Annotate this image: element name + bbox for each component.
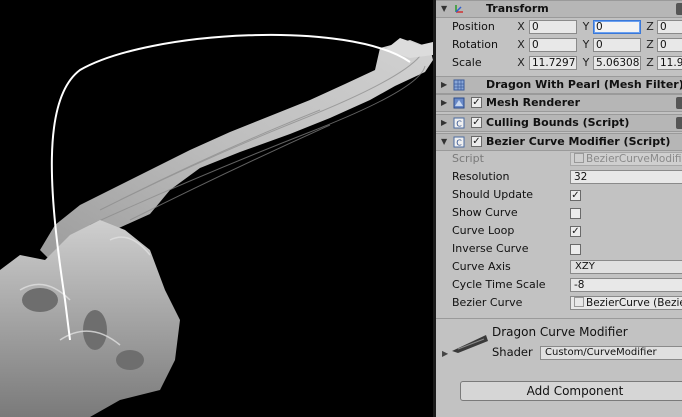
component-settings-icon[interactable] <box>676 3 682 15</box>
transform-header[interactable]: ▼ Transform <box>436 0 682 18</box>
axis-z-label: Z <box>646 20 654 33</box>
inverse-curve-checkbox[interactable] <box>570 244 581 255</box>
scene-view[interactable] <box>0 0 433 417</box>
axis-x-label: X <box>517 38 525 51</box>
axis-z-label: Z <box>646 56 654 69</box>
bezier-curve-row: Bezier Curve BezierCurve (Bezier <box>436 294 682 312</box>
mesh-filter-header[interactable]: ▶ Dragon With Pearl (Mesh Filter) <box>436 76 682 94</box>
bezier-modifier-title: Bezier Curve Modifier (Script) <box>486 135 671 148</box>
axis-x-label: X <box>517 56 525 69</box>
material-section: ▶ Dragon Curve Modifier Shader Custom/Cu… <box>436 318 682 367</box>
expand-triangle-icon[interactable]: ▶ <box>442 349 448 358</box>
mesh-renderer-enabled-checkbox[interactable]: ✓ <box>471 97 482 108</box>
cycle-time-label: Cycle Time Scale <box>452 278 546 291</box>
script-asset-icon <box>574 153 584 163</box>
rotation-x-field[interactable]: 0 <box>529 38 577 52</box>
svg-text:C: C <box>456 120 462 129</box>
rotation-row: Rotation X 0 Y 0 Z 0 <box>436 36 682 54</box>
culling-bounds-enabled-checkbox[interactable]: ✓ <box>471 117 482 128</box>
script-value: BezierCurveModifier <box>586 153 682 165</box>
bezier-curve-label: Bezier Curve <box>452 296 523 309</box>
mesh-filter-title: Dragon With Pearl (Mesh Filter) <box>486 78 682 91</box>
inspector-panel: ▼ Transform Position X 0 Y 0 Z 0 Rotatio… <box>436 0 682 417</box>
mesh-renderer-header[interactable]: ▶ ✓ Mesh Renderer <box>436 94 682 112</box>
shader-value: Custom/CurveModifier <box>545 347 657 358</box>
expand-triangle-icon[interactable]: ▶ <box>441 115 447 131</box>
collapse-triangle-icon[interactable]: ▼ <box>441 134 447 150</box>
curve-axis-value: XZY <box>575 261 595 272</box>
resolution-field[interactable]: 32 <box>570 170 682 184</box>
script-row: Script BezierCurveModifier <box>436 150 682 168</box>
inverse-curve-label: Inverse Curve <box>452 242 529 255</box>
svg-text:C: C <box>456 139 462 148</box>
curve-axis-dropdown[interactable]: XZY <box>570 260 682 274</box>
culling-bounds-title: Culling Bounds (Script) <box>486 116 630 129</box>
material-name: Dragon Curve Modifier <box>492 325 628 339</box>
add-component-button[interactable]: Add Component <box>460 381 682 401</box>
component-settings-icon[interactable] <box>676 117 682 129</box>
position-x-field[interactable]: 0 <box>529 20 577 34</box>
transform-title: Transform <box>486 2 549 15</box>
shader-label: Shader <box>492 345 533 359</box>
bezier-curve-field[interactable]: BezierCurve (Bezier <box>570 296 682 310</box>
curve-loop-row: Curve Loop ✓ <box>436 222 682 240</box>
curve-loop-checkbox[interactable]: ✓ <box>570 226 581 237</box>
bezier-modifier-header[interactable]: ▼ C ✓ Bezier Curve Modifier (Script) <box>436 133 682 151</box>
show-curve-label: Show Curve <box>452 206 518 219</box>
axis-z-label: Z <box>646 38 654 51</box>
resolution-row: Resolution 32 <box>436 168 682 186</box>
scale-x-field[interactable]: 11.7297 <box>529 56 577 70</box>
axis-x-label: X <box>517 20 525 33</box>
expand-triangle-icon[interactable]: ▶ <box>441 77 447 93</box>
should-update-checkbox[interactable]: ✓ <box>570 190 581 201</box>
position-z-field[interactable]: 0 <box>657 20 682 34</box>
curve-loop-label: Curve Loop <box>452 224 515 237</box>
show-curve-row: Show Curve <box>436 204 682 222</box>
expand-triangle-icon[interactable]: ▶ <box>441 95 447 111</box>
cycle-time-field[interactable]: -8 <box>570 278 682 292</box>
axis-y-label: Y <box>582 38 590 51</box>
rotation-y-field[interactable]: 0 <box>593 38 641 52</box>
position-label: Position <box>452 20 495 33</box>
script-label: Script <box>452 152 484 165</box>
position-row: Position X 0 Y 0 Z 0 <box>436 18 682 36</box>
curve-axis-row: Curve Axis XZY <box>436 258 682 276</box>
component-settings-icon[interactable] <box>676 97 682 109</box>
scale-label: Scale <box>452 56 482 69</box>
should-update-row: Should Update ✓ <box>436 186 682 204</box>
collapse-triangle-icon[interactable]: ▼ <box>441 1 447 17</box>
scale-row: Scale X 11.7297 Y 5.06308 Z 11.9 <box>436 54 682 72</box>
material-preview-icon[interactable] <box>450 329 490 355</box>
rotation-z-field[interactable]: 0 <box>657 38 682 52</box>
should-update-label: Should Update <box>452 188 534 201</box>
cycle-time-row: Cycle Time Scale -8 <box>436 276 682 294</box>
scene-canvas[interactable] <box>0 0 433 417</box>
scale-y-field[interactable]: 5.06308 <box>593 56 641 70</box>
show-curve-checkbox[interactable] <box>570 208 581 219</box>
inverse-curve-row: Inverse Curve <box>436 240 682 258</box>
bezier-modifier-enabled-checkbox[interactable]: ✓ <box>471 136 482 147</box>
bezier-curve-value: BezierCurve (Bezier <box>586 297 682 309</box>
axis-y-label: Y <box>582 20 590 33</box>
mesh-renderer-icon <box>453 97 465 109</box>
script-icon: C <box>453 136 465 148</box>
resolution-label: Resolution <box>452 170 510 183</box>
curve-axis-label: Curve Axis <box>452 260 511 273</box>
script-icon: C <box>453 117 465 129</box>
transform-gizmo-icon <box>455 5 463 13</box>
axis-y-label: Y <box>582 56 590 69</box>
rotation-label: Rotation <box>452 38 499 51</box>
culling-bounds-header[interactable]: ▶ C ✓ Culling Bounds (Script) <box>436 114 682 132</box>
object-field-icon <box>574 297 584 307</box>
mesh-filter-icon <box>453 79 465 91</box>
scale-z-field[interactable]: 11.9 <box>657 56 682 70</box>
position-y-field[interactable]: 0 <box>593 20 641 34</box>
shader-dropdown[interactable]: Custom/CurveModifier <box>540 346 682 360</box>
mesh-renderer-title: Mesh Renderer <box>486 96 581 109</box>
script-field: BezierCurveModifier <box>570 152 682 166</box>
